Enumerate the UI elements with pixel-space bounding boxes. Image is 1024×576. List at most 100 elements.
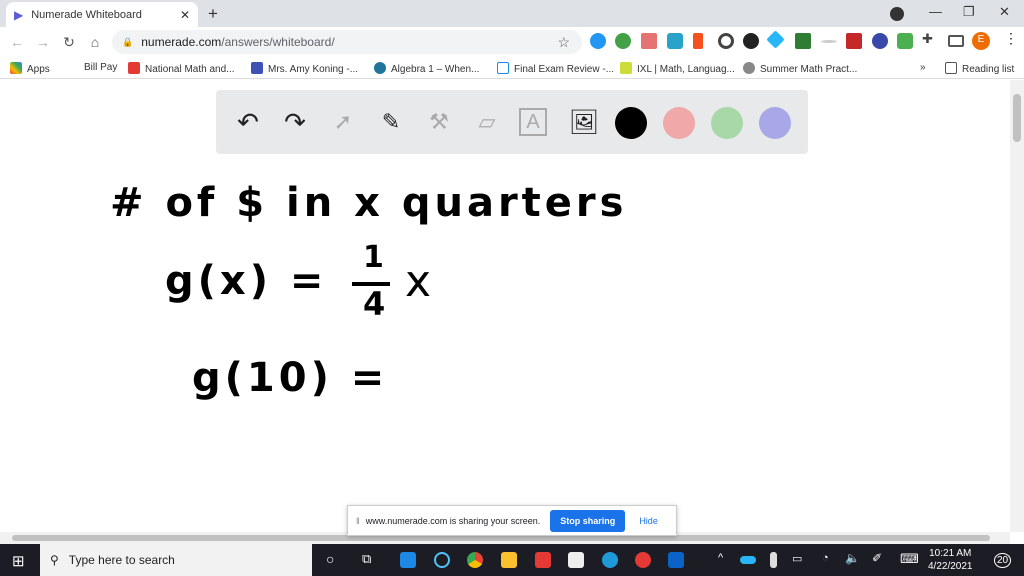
image-icon[interactable]: 🖼 xyxy=(568,106,600,138)
bookmark-summer-math[interactable]: Summer Math Pract... xyxy=(743,62,857,75)
cast-icon[interactable] xyxy=(948,35,964,47)
bookmark-bill-pay[interactable]: Bill Pay xyxy=(84,62,117,73)
scroll-thumb[interactable] xyxy=(1013,94,1021,142)
onedrive-icon[interactable] xyxy=(740,556,756,564)
file-explorer-icon[interactable] xyxy=(501,552,517,568)
task-view-icon[interactable]: ⧉ xyxy=(362,551,371,567)
bookmark-label: Algebra 1 – When... xyxy=(391,64,480,75)
pen-icon[interactable]: ✎ xyxy=(375,106,407,138)
keyboard-icon[interactable]: ⌨ xyxy=(900,551,919,567)
undo-icon[interactable]: ↶ xyxy=(232,106,264,138)
more-bookmarks-button[interactable]: » xyxy=(920,62,926,73)
reading-list-label: Reading list xyxy=(962,64,1015,75)
vertical-scrollbar[interactable] xyxy=(1010,80,1024,532)
bookmark-favicon xyxy=(251,62,263,74)
pen-workspace-icon[interactable]: ✐ xyxy=(872,551,882,565)
close-window-button[interactable]: ✕ xyxy=(999,4,1010,20)
url-domain: numerade.com xyxy=(141,35,222,49)
battery-icon[interactable]: ▭ xyxy=(792,552,802,565)
reading-list-icon xyxy=(945,62,957,74)
bookmark-mrs-amy-koning[interactable]: Mrs. Amy Koning -... xyxy=(251,62,358,75)
extension-icon[interactable] xyxy=(667,33,683,49)
forward-button[interactable]: → xyxy=(30,34,56,50)
search-placeholder: Type here to search xyxy=(68,553,175,567)
bookmark-star-icon[interactable]: ☆ xyxy=(557,34,570,51)
bookmark-label: IXL | Math, Languag... xyxy=(637,64,735,75)
outlook-icon[interactable] xyxy=(668,552,684,568)
volume-icon[interactable]: 🔈 xyxy=(845,551,860,565)
bookmark-national-math[interactable]: National Math and... xyxy=(128,62,235,75)
extension-icon[interactable] xyxy=(766,30,785,49)
text-icon[interactable]: A xyxy=(519,108,547,136)
acrobat-extension-icon[interactable] xyxy=(846,33,862,49)
color-purple-swatch[interactable] xyxy=(759,107,791,139)
bookmark-label: Final Exam Review -... xyxy=(514,64,615,75)
home-button[interactable]: ⌂ xyxy=(82,34,108,50)
hide-button[interactable]: Hide xyxy=(639,516,658,526)
store-icon[interactable] xyxy=(568,552,584,568)
cortana-icon[interactable]: ○ xyxy=(326,551,334,567)
usb-icon[interactable] xyxy=(770,552,777,568)
minimize-button[interactable]: — xyxy=(929,4,942,19)
lock-icon: 🔒 xyxy=(122,36,134,47)
extension-icon[interactable] xyxy=(872,33,888,49)
bookmark-algebra-1[interactable]: Algebra 1 – When... xyxy=(374,62,479,75)
extension-icon[interactable] xyxy=(821,40,837,43)
eraser-icon[interactable]: ▱ xyxy=(471,106,503,138)
color-green-swatch[interactable] xyxy=(711,107,743,139)
windows-start-icon[interactable]: ⊞ xyxy=(12,552,25,570)
clock[interactable]: 10:21 AM 4/22/2021 xyxy=(928,547,973,573)
extension-icon[interactable] xyxy=(897,33,913,49)
extension-icon[interactable] xyxy=(641,33,657,49)
url-path: /answers/whiteboard/ xyxy=(221,35,335,49)
reading-list-button[interactable]: Reading list xyxy=(945,62,1014,75)
windows-taskbar: ⊞ ⚲ Type here to search ○ ⧉ ^ ▭ ◔ 🔈 ✐ ⌨ … xyxy=(0,544,1024,576)
extension-icon[interactable] xyxy=(693,33,703,49)
extension-icon[interactable] xyxy=(795,33,811,49)
extension-icon[interactable] xyxy=(743,33,759,49)
tools-icon[interactable]: ⚒ xyxy=(423,106,455,138)
new-tab-button[interactable]: + xyxy=(208,4,218,24)
handwritten-line-1: # of $ in x quarters xyxy=(110,180,628,226)
notification-center-badge[interactable]: 20 xyxy=(994,553,1012,568)
app-icon[interactable] xyxy=(434,552,450,568)
bookmark-ixl[interactable]: IXL | Math, Languag... xyxy=(620,62,735,75)
tab-strip: ▶ Numerade Whiteboard ✕ + — ❐ ✕ xyxy=(0,0,1024,27)
pointer-icon[interactable]: ➚ xyxy=(327,106,359,138)
bookmark-apps[interactable]: Apps xyxy=(10,62,50,75)
whiteboard-canvas[interactable]: ↶ ↷ ➚ ✎ ⚒ ▱ A 🖼 # of $ in x quarters g(x… xyxy=(0,80,1010,532)
wifi-icon[interactable]: ◔ xyxy=(822,552,829,564)
bookmark-final-exam-review[interactable]: Final Exam Review -... xyxy=(497,62,614,75)
url-bar[interactable]: 🔒 numerade.com/answers/whiteboard/ ☆ xyxy=(112,30,582,54)
tab-numerade-whiteboard[interactable]: ▶ Numerade Whiteboard ✕ xyxy=(6,2,198,27)
bookmark-favicon xyxy=(128,62,140,74)
show-hidden-icons[interactable]: ^ xyxy=(718,552,723,564)
stop-sharing-button[interactable]: Stop sharing xyxy=(550,509,626,532)
ixl-icon xyxy=(620,62,632,74)
taskbar-search[interactable]: ⚲ Type here to search xyxy=(40,544,312,576)
close-tab-icon[interactable]: ✕ xyxy=(180,8,190,22)
color-pink-swatch[interactable] xyxy=(663,107,695,139)
profile-menu-icon[interactable] xyxy=(890,7,904,21)
extension-icon[interactable] xyxy=(590,33,606,49)
bookmark-favicon xyxy=(497,62,509,74)
apps-grid-icon xyxy=(10,62,22,74)
app-icon[interactable] xyxy=(535,552,551,568)
drag-handle-icon[interactable]: ‖ xyxy=(356,516,360,526)
extensions-puzzle-icon[interactable]: ✚ xyxy=(922,31,938,47)
profile-avatar[interactable]: E xyxy=(972,32,990,50)
bookmark-label: National Math and... xyxy=(145,64,235,75)
chrome-menu-icon[interactable]: ⋮ xyxy=(1004,30,1020,46)
color-black-swatch[interactable] xyxy=(615,107,647,139)
chrome-taskbar-icon[interactable] xyxy=(467,552,483,568)
edge-icon[interactable] xyxy=(602,552,618,568)
extension-icon[interactable] xyxy=(615,33,631,49)
redo-icon[interactable]: ↷ xyxy=(279,106,311,138)
back-button[interactable]: ← xyxy=(4,34,30,50)
restore-button[interactable]: ❐ xyxy=(963,4,975,20)
app-icon[interactable] xyxy=(635,552,651,568)
extension-icon[interactable] xyxy=(718,33,734,49)
search-icon: ⚲ xyxy=(50,553,59,567)
reload-button[interactable]: ↻ xyxy=(56,34,82,51)
mail-app-icon[interactable] xyxy=(400,552,416,568)
